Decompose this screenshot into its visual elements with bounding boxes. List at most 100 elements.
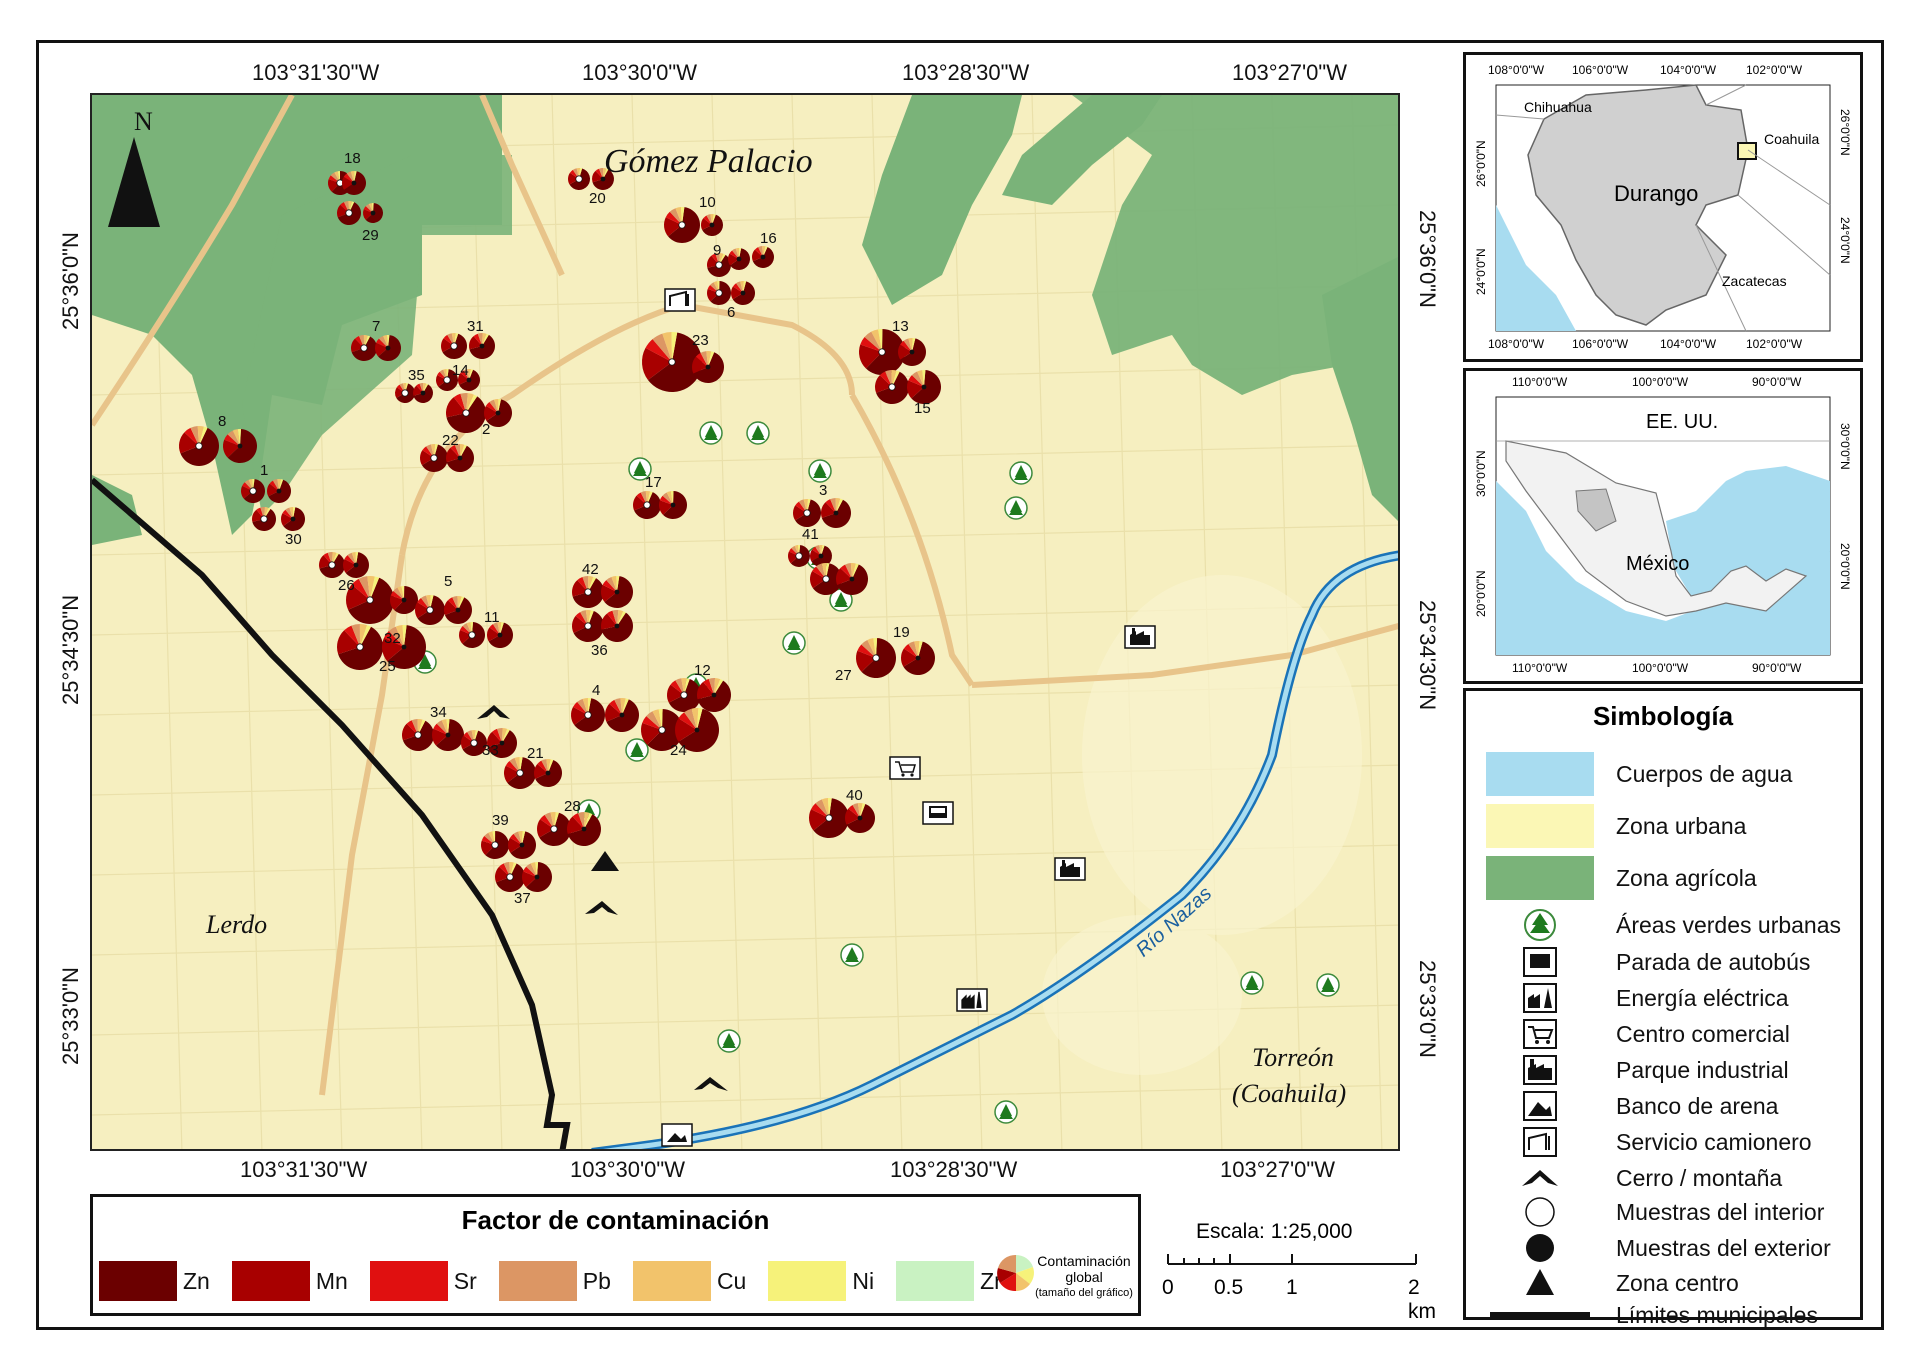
interior-sample-marker — [872, 654, 880, 662]
inset-label-coahuila: Coahuila — [1764, 131, 1820, 147]
site-number: 7 — [372, 318, 380, 335]
durango-right-1: 26°0'0"N — [1838, 109, 1852, 156]
interior-sample-marker — [575, 175, 583, 183]
site-number: 2 — [482, 421, 490, 438]
legend-item-commercial: Centro comercial — [1616, 1020, 1790, 1047]
site-number: 40 — [846, 787, 863, 804]
interior-sample-marker — [360, 344, 368, 352]
exterior-sample-marker — [909, 349, 915, 355]
durango-bottom-4: 102°0'0"W — [1746, 337, 1803, 351]
exterior-sample-marker — [351, 180, 357, 186]
left-coord-3: 25°33'0"N — [58, 967, 83, 1065]
pie-chart — [337, 201, 361, 226]
pie-chart — [691, 351, 724, 383]
scale-tick-05: 0.5 — [1214, 1276, 1244, 1299]
exterior-sample-marker — [457, 455, 463, 461]
durango-left-2: 24°0'0"N — [1474, 248, 1488, 295]
pie-chart — [568, 168, 590, 190]
inset-durango-panel: Chihuahua Coahuila Durango Zacatecas 108… — [1463, 52, 1863, 362]
pie-chart — [351, 335, 378, 362]
site-number: 29 — [362, 227, 379, 244]
site-number: 25 — [379, 658, 396, 675]
legend-title: Simbología — [1592, 701, 1734, 731]
exterior-sample-marker — [736, 256, 742, 262]
boundary-line-icon — [1490, 1312, 1590, 1318]
mexico-right-2: 20°0'0"N — [1838, 543, 1852, 590]
mexico-top-3: 90°0'0"W — [1752, 375, 1802, 389]
pie-chart — [567, 812, 601, 846]
durango-top-4: 102°0'0"W — [1746, 63, 1803, 77]
interior-sample-marker — [878, 348, 886, 356]
exterior-sample-marker — [545, 770, 551, 776]
exterior-sample-marker — [915, 655, 921, 661]
pie-chart — [697, 678, 732, 713]
site-number: 31 — [467, 318, 484, 335]
exterior-sample-marker — [670, 502, 676, 508]
pie-chart — [363, 203, 383, 224]
site-number: 1 — [260, 462, 268, 479]
legend-item-bus: Parada de autobús — [1616, 948, 1811, 975]
pie-chart — [394, 383, 415, 404]
truck-service-icon — [664, 288, 696, 312]
mountain-icon — [1522, 1170, 1558, 1186]
site-number: 10 — [699, 194, 716, 211]
site-number: 17 — [645, 474, 662, 491]
exterior-sample-marker — [445, 732, 451, 738]
interior-sample-marker — [715, 261, 723, 269]
site-number: 13 — [892, 318, 909, 335]
interior-sample-marker — [888, 383, 896, 391]
label-pb: Pb — [582, 1267, 611, 1294]
durango-bottom-3: 104°0'0"W — [1660, 337, 1717, 351]
interior-sample-marker — [414, 731, 422, 739]
inset-label-chihuahua: Chihuahua — [1524, 99, 1592, 115]
pie-chart — [667, 678, 701, 712]
site-number: 34 — [430, 704, 447, 721]
site-number: 20 — [589, 190, 606, 207]
mexico-right-1: 30°0'0"N — [1838, 423, 1852, 470]
bottom-coord-2: 103°30'0"W — [570, 1157, 685, 1182]
interior-sample-marker — [516, 769, 524, 777]
exterior-sample-marker — [401, 644, 407, 650]
inset-label-usa: EE. UU. — [1646, 411, 1719, 433]
durango-left-1: 26°0'0"N — [1474, 140, 1488, 187]
inset-label-durango: Durango — [1614, 181, 1699, 206]
interior-sample-marker — [195, 442, 203, 450]
right-coord-3: 25°33'0"N — [1415, 960, 1440, 1058]
interior-sample-marker — [643, 501, 651, 509]
exterior-sample-marker — [614, 623, 620, 629]
mexico-bottom-1: 110°0'0"W — [1512, 661, 1568, 675]
interior-sample-marker — [822, 575, 830, 583]
exterior-sample-marker — [479, 343, 485, 349]
site-number: 26 — [338, 577, 355, 594]
interior-sample-marker — [328, 561, 336, 569]
exterior-sample-marker — [519, 842, 525, 848]
interior-sample-marker — [470, 739, 478, 747]
pie-chart — [601, 610, 633, 643]
legend-panel: Simbología Cuerpos de agua Zona urbana Z… — [1463, 688, 1863, 1328]
exterior-sample-marker — [581, 826, 587, 832]
swatch-mn — [231, 1261, 310, 1301]
cart-icon — [1523, 1019, 1557, 1049]
pie-chart — [898, 338, 927, 367]
pie-chart — [446, 393, 487, 434]
label-mn: Mn — [315, 1267, 348, 1294]
pie-chart — [701, 214, 724, 237]
durango-top-3: 104°0'0"W — [1660, 63, 1717, 77]
scale-tick-1: 1 — [1286, 1276, 1298, 1299]
durango-top-2: 106°0'0"W — [1572, 63, 1629, 77]
pie-chart — [707, 281, 732, 306]
pie-chart — [728, 248, 750, 270]
mexico-bottom-3: 90°0'0"W — [1752, 661, 1802, 675]
interior-sample-marker — [803, 509, 811, 517]
pie-chart — [241, 479, 265, 504]
pie-chart — [664, 207, 700, 243]
site-number: 28 — [564, 798, 581, 815]
exterior-sample-marker — [420, 390, 426, 396]
pie-chart — [835, 563, 868, 595]
exterior-sample-marker — [495, 410, 501, 416]
interior-sample-marker — [260, 515, 268, 523]
main-map[interactable]: N 18 29 20 10 9 16 6 7 31 23 13 15 35 14 2 8 22 1 30 17 3 41 2… — [90, 93, 1400, 1151]
interior-sample-marker — [658, 726, 666, 734]
site-number: 42 — [582, 561, 599, 578]
site-number: 15 — [914, 400, 931, 417]
